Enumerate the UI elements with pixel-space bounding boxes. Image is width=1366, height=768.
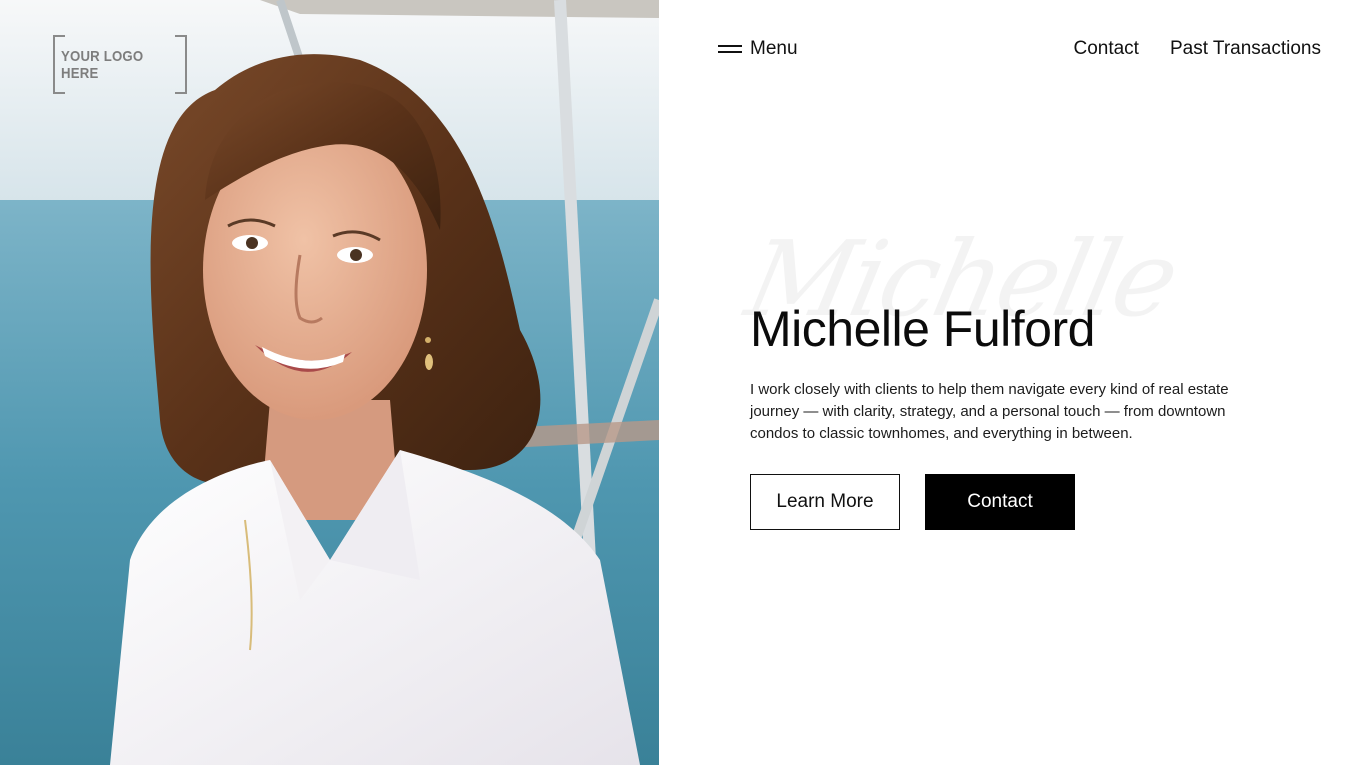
hamburger-icon	[718, 44, 742, 54]
contact-button[interactable]: Contact	[925, 474, 1075, 530]
nav-link-contact[interactable]: Contact	[1073, 38, 1138, 60]
hero-description: I work closely with clients to help them…	[750, 381, 1229, 442]
menu-label: Menu	[750, 38, 798, 59]
hero-title: Michelle Fulford	[750, 301, 1095, 357]
menu-button[interactable]: Menu	[718, 37, 798, 61]
learn-more-button[interactable]: Learn More	[750, 474, 900, 530]
logo-placeholder[interactable]: YOUR LOGO HERE	[53, 35, 187, 94]
nav-link-past-transactions[interactable]: Past Transactions	[1170, 38, 1321, 60]
logo-text: YOUR LOGO HERE	[61, 47, 144, 82]
portrait-illustration	[0, 0, 659, 765]
top-nav-links: Contact Past Transactions	[1073, 37, 1321, 61]
hero-portrait-photo: YOUR LOGO HERE	[0, 0, 659, 765]
